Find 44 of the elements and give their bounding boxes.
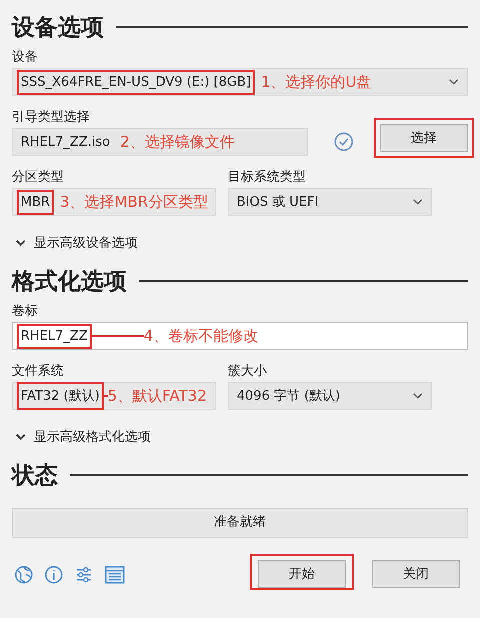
annotation-note: 4、卷标不能修改 [144,326,258,346]
section-title: 设备选项 [12,14,104,42]
dropdown[interactable]: SSS_X64FRE_EN-US_DV9 (E:) [8GB] 1、选择你的U盘 [12,68,468,96]
annotation-note: 3、选择MBR分区类型 [60,192,208,212]
globe-icon[interactable] [14,565,34,585]
field-value: 4096 字节 (默认) [236,388,342,406]
field-label: 分区类型 [12,169,65,187]
readonly-field[interactable]: FAT32 (默认) 5、默认FAT32 [12,382,216,410]
field-label: 设备 [12,49,39,67]
readonly-field[interactable]: MBR 3、选择MBR分区类型 [12,188,216,216]
action-button[interactable]: 关闭 [372,560,460,588]
field-value: RHEL7_ZZ [17,324,92,348]
log-icon[interactable] [104,565,126,585]
field-value: FAT32 (默认) [17,382,104,410]
field-label: 卷标 [12,303,39,321]
field-value: MBR [17,190,54,214]
section-title: 格式化选项 [12,268,127,296]
annotation-note: 2、选择镜像文件 [120,132,235,152]
status-bar: 准备就绪 [12,508,468,538]
dropdown[interactable]: BIOS 或 UEFI [228,188,432,216]
info-icon[interactable] [44,565,64,585]
chevron-icon [16,434,26,440]
action-button[interactable]: 开始 [258,560,346,588]
field-value: RHEL7_ZZ.iso [20,134,112,152]
expander-link[interactable]: 显示高级设备选项 [34,234,138,252]
annotation-note: 1、选择你的U盘 [261,72,372,92]
field-label: 引导类型选择 [12,109,91,127]
field-label: 目标系统类型 [228,169,307,187]
field-value: BIOS 或 UEFI [236,194,320,212]
section-title: 状态 [12,462,58,490]
expander-link[interactable]: 显示高级格式化选项 [34,428,151,446]
field-label: 簇大小 [228,363,268,381]
caret-icon [413,393,423,399]
dropdown[interactable]: 4096 字节 (默认) [228,382,432,410]
select-button[interactable]: 选择 [380,124,468,152]
field-value: SSS_X64FRE_EN-US_DV9 (E:) [8GB] [17,70,256,94]
annotation-note: 5、默认FAT32 [108,386,207,406]
field-label: 文件系统 [12,363,65,381]
settings-icon[interactable] [74,565,94,585]
text-field[interactable]: RHEL7_ZZ 4、卷标不能修改 [12,322,468,350]
caret-icon [449,79,459,85]
chevron-icon [16,240,26,246]
caret-icon [413,199,423,205]
dropdown[interactable]: RHEL7_ZZ.iso 2、选择镜像文件 [12,128,308,156]
